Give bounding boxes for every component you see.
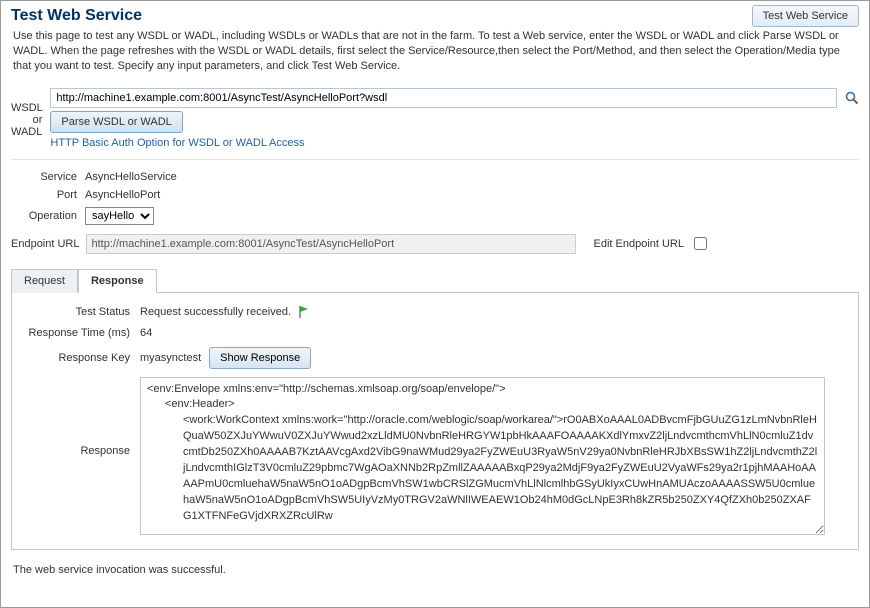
wsdl-url-input[interactable] <box>50 88 837 108</box>
response-key-label: Response Key <box>20 352 140 364</box>
footer-message: The web service invocation was successfu… <box>1 550 869 582</box>
edit-endpoint-label: Edit Endpoint URL <box>594 238 685 250</box>
success-flag-icon <box>297 305 311 319</box>
tab-response[interactable]: Response <box>78 269 157 293</box>
response-key-value: myasynctest <box>140 352 201 364</box>
port-label: Port <box>11 189 85 201</box>
wsdl-label: WSDL or WADL <box>11 88 50 138</box>
endpoint-url-input <box>86 234 576 254</box>
endpoint-label: Endpoint URL <box>11 238 86 250</box>
port-value: AsyncHelloPort <box>85 189 160 201</box>
operation-select[interactable]: sayHello <box>85 207 154 225</box>
page-title: Test Web Service <box>11 7 142 25</box>
operation-label: Operation <box>11 210 85 222</box>
test-status-value: Request successfully received. <box>140 306 291 318</box>
response-time-label: Response Time (ms) <box>20 327 140 339</box>
response-body-label: Response <box>20 377 140 457</box>
response-panel: Test Status Request successfully receive… <box>11 293 859 550</box>
tab-request[interactable]: Request <box>11 269 78 293</box>
edit-endpoint-checkbox[interactable] <box>694 237 707 250</box>
response-time-value: 64 <box>140 327 152 339</box>
show-response-button[interactable]: Show Response <box>209 347 311 369</box>
intro-text: Use this page to test any WSDL or WADL, … <box>1 29 869 84</box>
test-status-label: Test Status <box>20 306 140 318</box>
response-body-textarea[interactable]: <env:Envelope xmlns:env="http://schemas.… <box>140 377 825 535</box>
parse-wsdl-button[interactable]: Parse WSDL or WADL <box>50 111 182 133</box>
test-web-service-button[interactable]: Test Web Service <box>752 5 859 27</box>
http-basic-auth-link[interactable]: HTTP Basic Auth Option for WSDL or WADL … <box>50 133 304 149</box>
service-label: Service <box>11 171 85 183</box>
service-value: AsyncHelloService <box>85 171 177 183</box>
search-icon[interactable] <box>844 90 860 106</box>
